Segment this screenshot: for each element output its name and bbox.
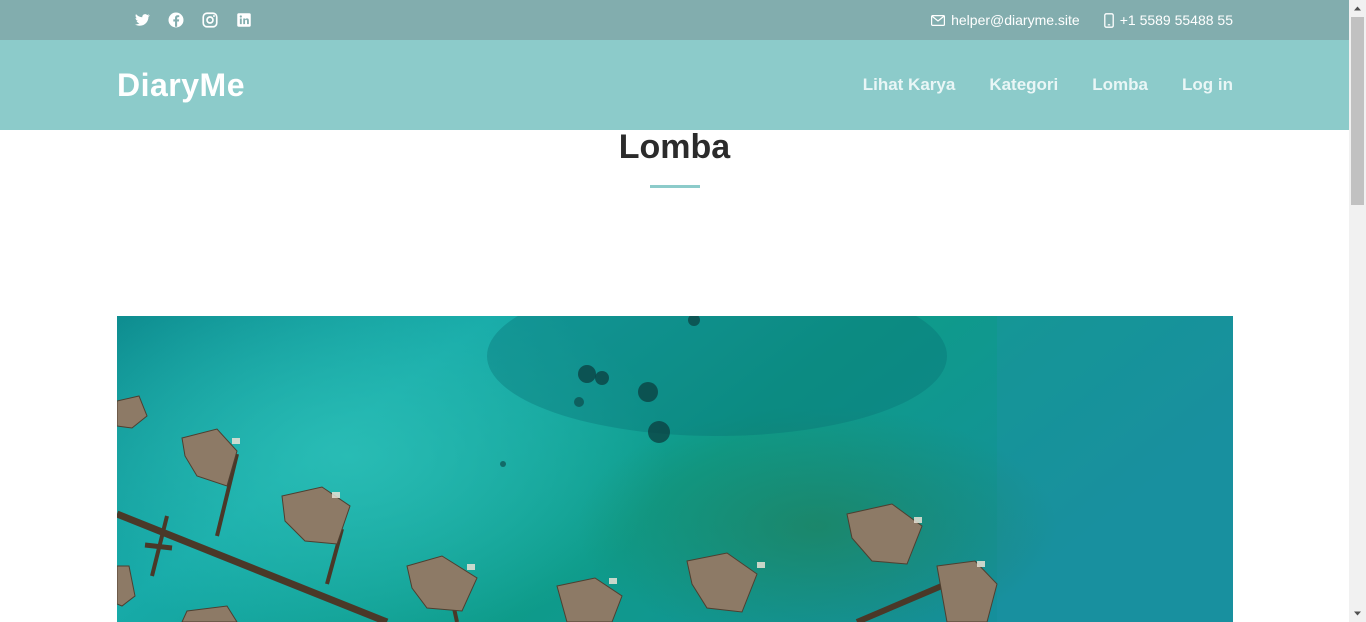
email-text: helper@diaryme.site — [951, 12, 1080, 28]
contact-phone[interactable]: +1 5589 55488 55 — [1103, 12, 1233, 28]
scrollbar-thumb[interactable] — [1351, 17, 1364, 205]
scroll-up-arrow-icon[interactable] — [1349, 0, 1366, 17]
instagram-icon[interactable] — [201, 11, 219, 29]
nav-kategori[interactable]: Kategori — [989, 75, 1058, 95]
main-nav: Lihat Karya Kategori Lomba Log in — [863, 40, 1233, 130]
nav-log-in[interactable]: Log in — [1182, 75, 1233, 95]
nav-lomba[interactable]: Lomba — [1092, 75, 1148, 95]
social-links — [133, 11, 253, 29]
facebook-icon[interactable] — [167, 11, 185, 29]
main-header: DiaryMe Lihat Karya Kategori Lomba Log i… — [0, 40, 1349, 130]
section-title: Lomba — [618, 128, 731, 166]
page-scrollbar[interactable] — [1349, 0, 1366, 622]
linkedin-icon[interactable] — [235, 11, 253, 29]
title-underline — [650, 185, 700, 188]
contact-info: helper@diaryme.site +1 5589 55488 55 — [931, 0, 1233, 40]
hero-image — [117, 316, 1233, 622]
twitter-icon[interactable] — [133, 11, 151, 29]
contact-email[interactable]: helper@diaryme.site — [931, 12, 1080, 28]
top-bar: helper@diaryme.site +1 5589 55488 55 — [0, 0, 1349, 40]
phone-icon — [1103, 12, 1114, 28]
nav-lihat-karya[interactable]: Lihat Karya — [863, 75, 956, 95]
scroll-down-arrow-icon[interactable] — [1349, 605, 1366, 622]
site-logo[interactable]: DiaryMe — [117, 67, 245, 104]
envelope-icon — [931, 14, 946, 26]
phone-text: +1 5589 55488 55 — [1119, 12, 1233, 28]
